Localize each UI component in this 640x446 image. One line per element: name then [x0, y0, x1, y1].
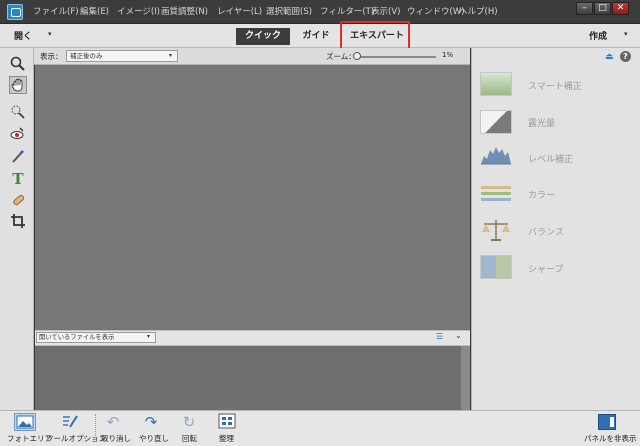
crop-tool-icon[interactable] — [9, 213, 27, 231]
menu-help[interactable]: ヘルプ(H) — [459, 5, 498, 17]
canvas-area[interactable] — [35, 65, 470, 330]
help-icon[interactable]: ? — [620, 51, 631, 62]
sharpen-label[interactable]: シャープ — [528, 262, 563, 275]
color-icon[interactable] — [480, 183, 512, 203]
zoom-tool-icon[interactable] — [9, 55, 27, 73]
menu-select[interactable]: 選択範囲(S) — [266, 5, 312, 17]
zoom-value: 1% — [442, 51, 454, 59]
menu-file[interactable]: ファイル(F) — [33, 5, 79, 17]
app-icon[interactable] — [7, 4, 23, 20]
photo-bin-select[interactable]: 開いているファイルを表示 — [36, 332, 156, 343]
tab-quick[interactable]: クイック — [236, 28, 290, 45]
create-button[interactable]: 作成 — [589, 29, 607, 42]
red-eye-icon[interactable] — [9, 126, 27, 144]
photo-bin-icon[interactable] — [14, 413, 36, 431]
tool-options-label[interactable]: ツールオプション — [46, 433, 106, 444]
panel-toggle-icon[interactable] — [598, 414, 616, 430]
chevron-down-icon[interactable]: ▾ — [169, 52, 172, 59]
undo-label[interactable]: 取り消し — [101, 433, 131, 444]
balance-label[interactable]: バランス — [528, 225, 564, 238]
organize-label[interactable]: 整理 — [219, 433, 234, 444]
menu-enhance[interactable]: 画質調整(N) — [161, 5, 208, 17]
tool-options-icon[interactable] — [59, 413, 81, 431]
menu-window[interactable]: ウィンドウ(W) — [407, 5, 465, 17]
balance-icon[interactable] — [480, 218, 512, 242]
reset-icon[interactable]: ⏏ — [605, 52, 614, 62]
smart-fix-icon[interactable] — [480, 72, 512, 96]
collapse-icon[interactable]: ⌄ — [455, 331, 462, 340]
chevron-down-icon[interactable]: ▾ — [147, 333, 150, 340]
organize-icon[interactable] — [216, 413, 238, 431]
exposure-icon[interactable] — [480, 110, 512, 134]
exposure-label[interactable]: 露光量 — [528, 116, 555, 129]
tab-guide[interactable]: ガイド — [294, 28, 338, 45]
type-tool-icon[interactable]: T — [9, 170, 27, 188]
minimize-button[interactable]: – — [576, 2, 593, 15]
zoom-slider-handle[interactable] — [353, 52, 361, 60]
bin-menu-icon[interactable]: ☰ — [436, 332, 443, 341]
rotate-icon[interactable]: ↻ — [178, 413, 200, 431]
open-button[interactable]: 開く — [14, 29, 32, 42]
menu-layer[interactable]: レイヤー(L) — [217, 5, 262, 17]
smart-fix-label[interactable]: スマート補正 — [528, 79, 582, 92]
color-label[interactable]: カラー — [528, 188, 555, 201]
rotate-label[interactable]: 回転 — [182, 433, 197, 444]
menu-image[interactable]: イメージ(I) — [117, 5, 160, 17]
open-dropdown-icon[interactable]: ▾ — [48, 30, 52, 38]
view-select[interactable]: 補正後のみ — [66, 50, 178, 62]
zoom-label: ズーム： — [326, 52, 356, 61]
levels-icon[interactable] — [480, 144, 512, 168]
spot-healing-icon[interactable] — [9, 192, 27, 210]
photo-bin-scrollbar[interactable] — [461, 346, 470, 410]
zoom-slider[interactable] — [356, 56, 436, 58]
menu-edit[interactable]: 編集(E) — [80, 5, 109, 17]
close-button[interactable]: ✕ — [612, 2, 629, 15]
menu-filter[interactable]: フィルター(T) — [320, 5, 374, 17]
levels-label[interactable]: レベル補正 — [528, 152, 573, 165]
redo-icon[interactable]: ↷ — [140, 413, 162, 431]
hide-panel-label[interactable]: パネルを非表示 — [584, 433, 637, 444]
create-dropdown-icon[interactable]: ▾ — [624, 30, 628, 38]
view-label: 表示： — [40, 52, 63, 61]
toolbar-divider — [95, 414, 96, 442]
whiten-teeth-icon[interactable] — [9, 148, 27, 166]
redo-label[interactable]: やり直し — [139, 433, 169, 444]
menu-view[interactable]: 表示(V) — [371, 5, 400, 17]
hand-tool-icon[interactable] — [9, 76, 27, 94]
maximize-button[interactable]: □ — [594, 2, 611, 15]
sharpen-icon[interactable] — [480, 255, 512, 279]
undo-icon[interactable]: ↶ — [102, 413, 124, 431]
photo-bin[interactable] — [35, 346, 470, 410]
quick-selection-icon[interactable] — [9, 104, 27, 122]
